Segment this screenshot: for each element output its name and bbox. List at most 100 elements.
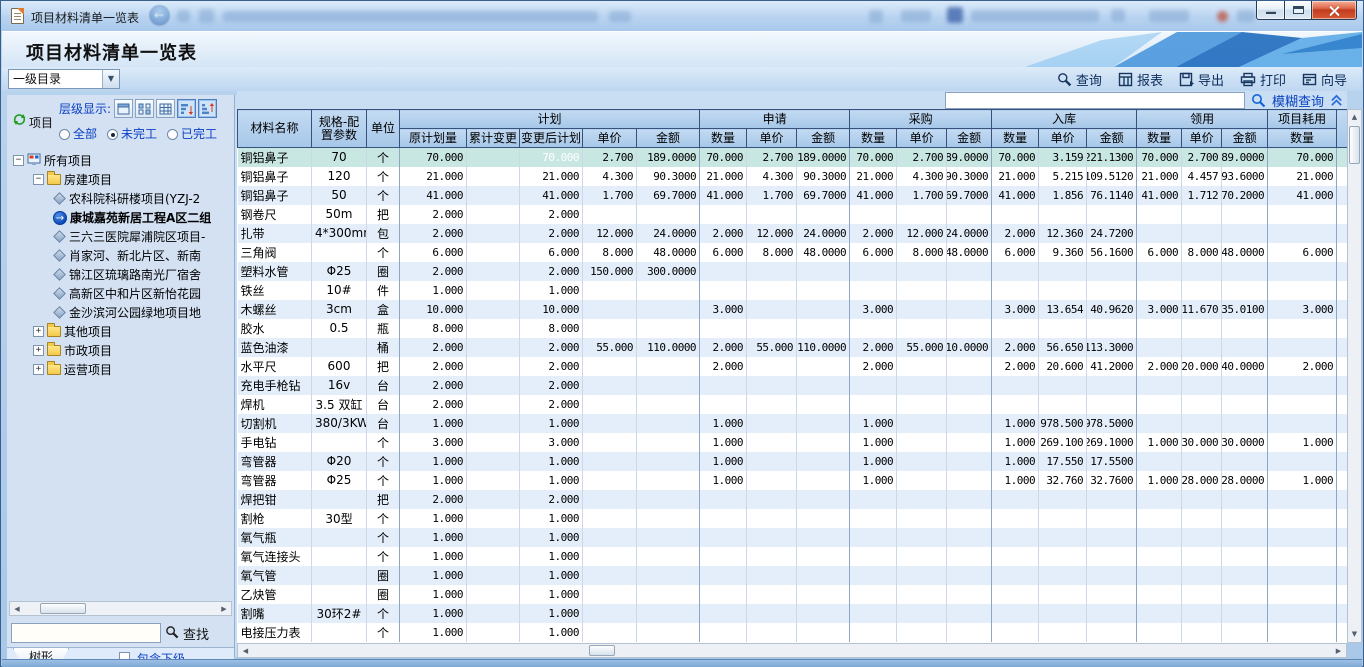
fuzzy-search-icon[interactable] (1251, 93, 1266, 108)
table-cell[interactable] (467, 490, 520, 509)
table-cell[interactable]: 2.000 (520, 357, 583, 376)
table-cell[interactable]: 69.7000 (947, 186, 992, 205)
table-cell[interactable]: 600 (312, 357, 367, 376)
tree-item[interactable]: 三六三医院犀浦院区项目- (7, 227, 234, 246)
table-cell[interactable] (1087, 376, 1137, 395)
collapse-node-icon[interactable]: − (33, 174, 44, 185)
table-cell[interactable] (1268, 376, 1337, 395)
table-cell[interactable] (797, 452, 850, 471)
table-cell[interactable] (637, 357, 700, 376)
table-cell[interactable] (992, 604, 1039, 623)
table-cell[interactable] (700, 319, 747, 338)
table-cell[interactable]: 1.000 (850, 471, 897, 490)
table-cell[interactable] (747, 623, 797, 642)
table-cell[interactable] (700, 205, 747, 224)
table-cell[interactable] (1039, 490, 1087, 509)
table-cell[interactable] (312, 338, 367, 357)
table-cell[interactable] (467, 471, 520, 490)
table-cell[interactable]: 割枪 (238, 509, 312, 528)
col-group-申请[interactable]: 申请 (700, 110, 850, 129)
table-cell[interactable] (947, 585, 992, 604)
table-cell[interactable] (700, 490, 747, 509)
table-cell[interactable]: 3.000 (700, 300, 747, 319)
tree-item[interactable]: 锦江区琉璃路南光厂宿舍 (7, 265, 234, 284)
table-cell[interactable]: 2.000 (400, 262, 467, 281)
table-cell[interactable] (1137, 338, 1182, 357)
table-cell[interactable] (850, 262, 897, 281)
table-cell[interactable]: 32.7600 (1087, 471, 1137, 490)
table-cell[interactable] (850, 205, 897, 224)
table-cell[interactable]: 1.700 (897, 186, 947, 205)
table-cell[interactable] (1137, 623, 1182, 642)
table-cell[interactable] (1087, 623, 1137, 642)
table-cell[interactable] (797, 414, 850, 433)
table-cell[interactable] (1137, 319, 1182, 338)
col-header-领用-单价[interactable]: 单价 (1182, 129, 1222, 148)
table-cell[interactable]: 铁丝 (238, 281, 312, 300)
table-cell[interactable] (467, 376, 520, 395)
table-cell[interactable] (947, 566, 992, 585)
table-cell[interactable]: 6.000 (700, 243, 747, 262)
toolbar-button-报表[interactable]: 报表 (1113, 68, 1168, 91)
table-cell[interactable]: 乙炔管 (238, 585, 312, 604)
table-cell[interactable] (947, 528, 992, 547)
table-cell[interactable] (992, 395, 1039, 414)
table-cell[interactable] (850, 281, 897, 300)
table-cell[interactable] (947, 319, 992, 338)
table-cell[interactable] (583, 414, 637, 433)
table-cell[interactable]: 1.000 (520, 414, 583, 433)
table-cell[interactable]: 6.000 (850, 243, 897, 262)
table-cell[interactable]: 2.000 (520, 376, 583, 395)
table-cell[interactable] (637, 547, 700, 566)
table-cell[interactable] (700, 376, 747, 395)
refresh-icon[interactable] (13, 113, 26, 129)
table-cell[interactable]: 110.0000 (797, 338, 850, 357)
table-cell[interactable] (583, 376, 637, 395)
table-cell[interactable] (1222, 224, 1268, 243)
table-cell[interactable] (797, 585, 850, 604)
table-cell[interactable]: 2.000 (400, 357, 467, 376)
table-cell[interactable] (1137, 281, 1182, 300)
maximize-button[interactable] (1285, 1, 1312, 20)
table-cell[interactable]: 铜铝鼻子 (238, 148, 312, 167)
table-cell[interactable] (797, 566, 850, 585)
table-cell[interactable] (947, 452, 992, 471)
col-header-计划-金额[interactable]: 金额 (637, 129, 700, 148)
table-cell[interactable] (637, 414, 700, 433)
table-cell[interactable] (467, 528, 520, 547)
col-header-计划-变更后计划[interactable]: 变更后计划 (520, 129, 583, 148)
table-cell[interactable] (992, 376, 1039, 395)
table-cell[interactable]: 1.000 (992, 433, 1039, 452)
table-cell[interactable] (1137, 490, 1182, 509)
table-cell[interactable] (747, 205, 797, 224)
table-cell[interactable] (583, 281, 637, 300)
table-cell[interactable]: Φ20 (312, 452, 367, 471)
table-cell[interactable] (850, 566, 897, 585)
table-cell[interactable] (897, 433, 947, 452)
table-cell[interactable]: Φ25 (312, 262, 367, 281)
table-cell[interactable]: 1.000 (400, 585, 467, 604)
table-cell[interactable]: 1.000 (400, 547, 467, 566)
table-cell[interactable]: 1.000 (520, 509, 583, 528)
table-cell[interactable]: 28.000 (1182, 471, 1222, 490)
back-button[interactable]: ← (149, 5, 170, 26)
table-cell[interactable]: 个 (367, 243, 400, 262)
table-cell[interactable]: 1.712 (1182, 186, 1222, 205)
table-cell[interactable]: 个 (367, 604, 400, 623)
table-cell[interactable]: 69.7000 (797, 186, 850, 205)
table-cell[interactable] (1222, 338, 1268, 357)
table-cell[interactable]: 塑料水管 (238, 262, 312, 281)
table-cell[interactable]: 221.1300 (1087, 148, 1137, 167)
table-cell[interactable]: 17.5500 (1087, 452, 1137, 471)
col-header-采购-单价[interactable]: 单价 (897, 129, 947, 148)
vertical-scrollbar[interactable]: ▲ ▼ (1347, 109, 1362, 643)
table-cell[interactable] (1182, 376, 1222, 395)
table-cell[interactable]: 三角阀 (238, 243, 312, 262)
table-cell[interactable] (747, 395, 797, 414)
table-cell[interactable]: 1.000 (1268, 471, 1337, 490)
table-cell[interactable] (1268, 509, 1337, 528)
table-cell[interactable] (850, 376, 897, 395)
table-cell[interactable] (897, 585, 947, 604)
table-cell[interactable]: 蓝色油漆 (238, 338, 312, 357)
col-header-领用-金额[interactable]: 金额 (1222, 129, 1268, 148)
